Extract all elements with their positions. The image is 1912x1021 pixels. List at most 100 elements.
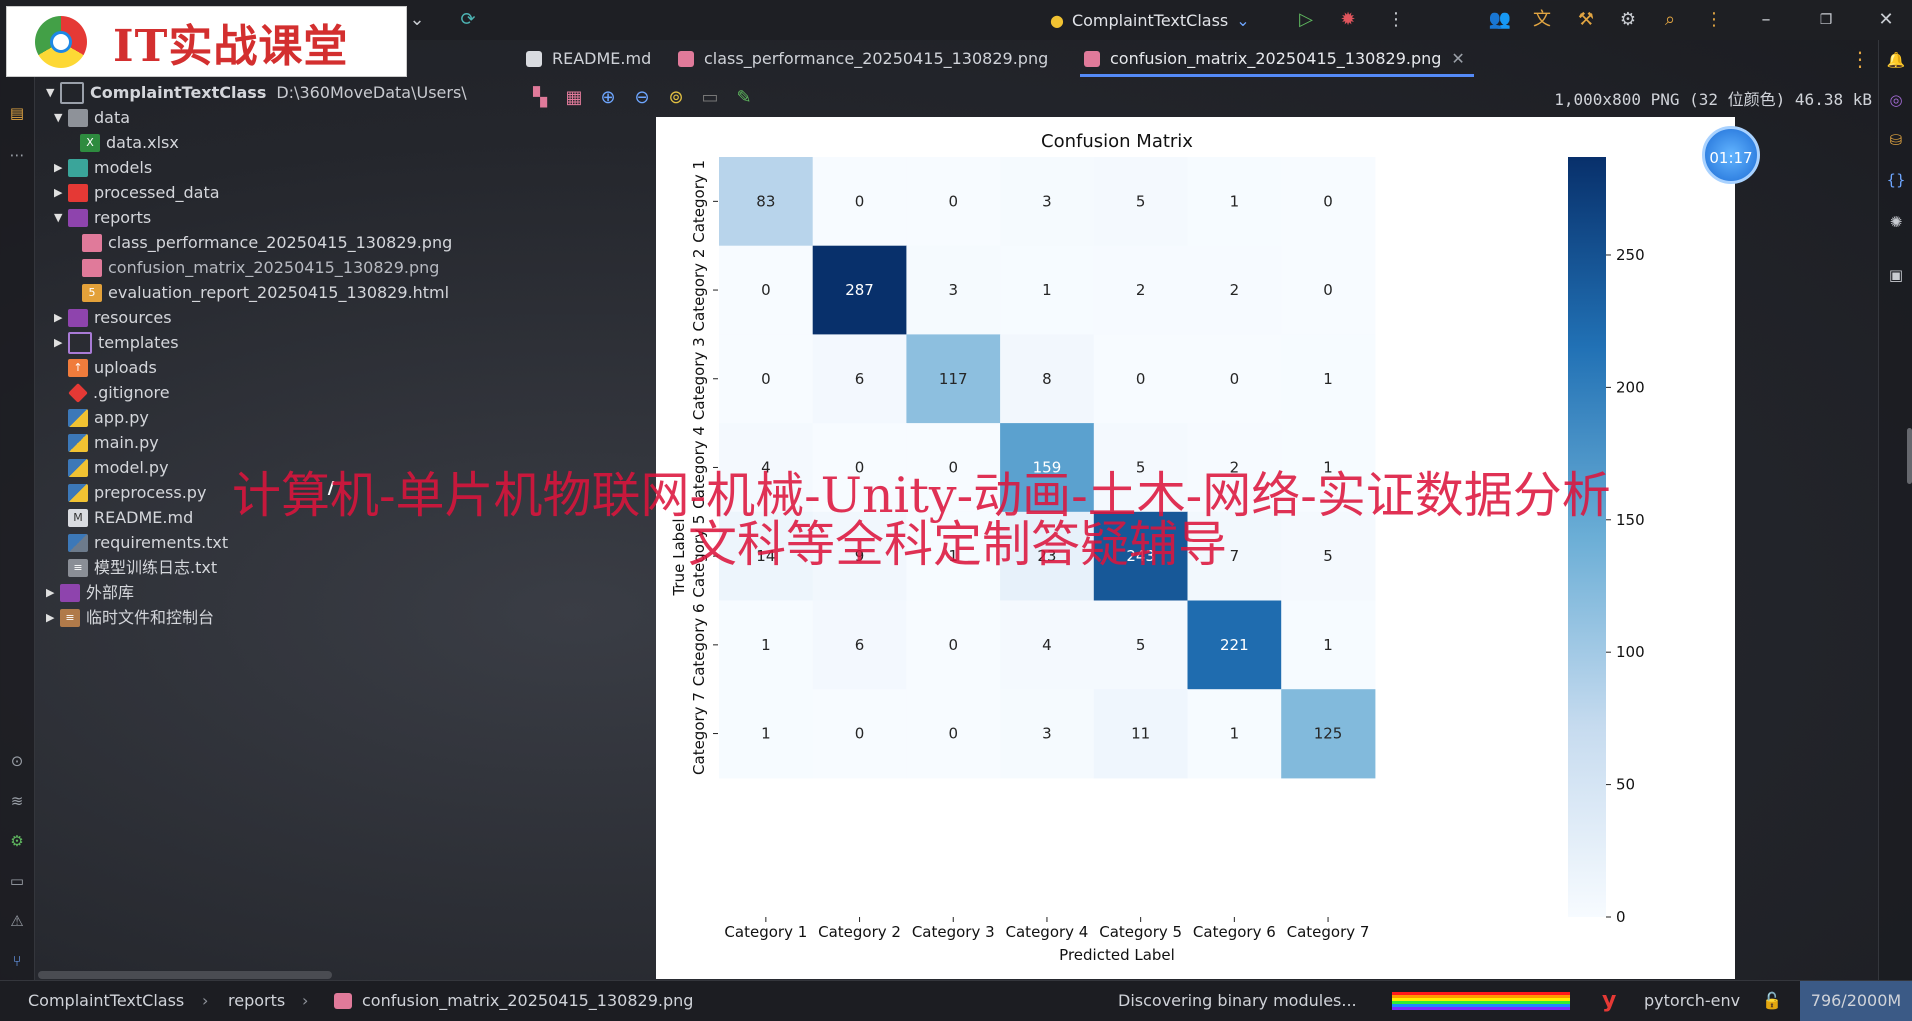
- python-console-icon[interactable]: ⊙: [6, 750, 28, 772]
- tree-item-readme[interactable]: M README.md: [68, 505, 193, 530]
- terminal-icon[interactable]: ▭: [6, 870, 28, 892]
- x-tick-label: Category 4: [1006, 923, 1089, 941]
- folder-icon: [68, 331, 92, 354]
- close-icon[interactable]: ✕: [1874, 8, 1898, 32]
- tree-item-reports[interactable]: ▼ reports: [54, 205, 151, 230]
- tree-item-gitignore[interactable]: .gitignore: [68, 380, 170, 405]
- interpreter-env[interactable]: pytorch-env: [1644, 981, 1740, 1021]
- ai-icon[interactable]: ⚙: [1616, 8, 1640, 32]
- tree-item-training-log[interactable]: ≡ 模型训练日志.txt: [68, 555, 217, 580]
- tree-item-model-py[interactable]: model.py: [68, 455, 169, 480]
- vertical-scrollbar[interactable]: [1907, 428, 1912, 484]
- tree-item-uploads[interactable]: ↑ uploads: [68, 355, 157, 380]
- folder-icon: [68, 308, 88, 327]
- upload-folder-icon: ↑: [68, 358, 88, 377]
- cell-value-label: 125: [1314, 725, 1343, 743]
- image-file-icon: [678, 51, 694, 67]
- tree-item-class-performance[interactable]: class_performance_20250415_130829.png: [82, 230, 452, 255]
- tab-confusion-matrix[interactable]: confusion_matrix_20250415_130829.png ✕: [1084, 40, 1465, 78]
- breadcrumb-separator-icon: ›: [302, 991, 309, 1010]
- tree-item-label: evaluation_report_20250415_130829.html: [108, 283, 450, 302]
- tree-item-data-xlsx[interactable]: Xdata.xlsx: [80, 130, 179, 155]
- active-tab-indicator: [1080, 74, 1474, 77]
- cell-value-label: 117: [939, 370, 968, 388]
- python-icon: ●: [1050, 10, 1064, 30]
- project-view-icon[interactable]: ▤: [6, 102, 28, 124]
- cell-value-label: 2: [1136, 281, 1146, 299]
- project-selector[interactable]: ● ComplaintTextClass ⌄: [1050, 8, 1250, 32]
- cell-value-label: 3: [1042, 725, 1052, 743]
- tree-root[interactable]: ▼ ComplaintTextClass D:\360MoveData\User…: [46, 80, 467, 105]
- project-name: ComplaintTextClass: [1071, 10, 1229, 30]
- chevron-down-icon[interactable]: ⌄: [405, 8, 429, 32]
- toggle-background-icon[interactable]: ▚: [528, 86, 552, 110]
- tree-item-models[interactable]: ▶ models: [54, 155, 152, 180]
- debug-icon[interactable]: ✹: [1336, 8, 1360, 32]
- actual-size-icon[interactable]: ⊚: [664, 86, 688, 110]
- zoom-out-icon[interactable]: ⊖: [630, 86, 654, 110]
- plugin-icon[interactable]: ✺: [1886, 212, 1906, 232]
- tab-class-performance[interactable]: class_performance_20250415_130829.png: [678, 40, 1048, 78]
- cell-value-label: 287: [845, 281, 874, 299]
- tree-item-label: README.md: [94, 508, 194, 527]
- search-icon[interactable]: ⌕: [1658, 8, 1682, 32]
- cell-value-label: 0: [1136, 370, 1146, 388]
- more-vert-icon[interactable]: ⋮: [1384, 8, 1408, 32]
- breadcrumb-project[interactable]: ComplaintTextClass: [28, 981, 184, 1021]
- tree-item-label: data.xlsx: [106, 133, 179, 152]
- grid-icon[interactable]: ▦: [562, 86, 586, 110]
- close-tab-icon[interactable]: ✕: [1451, 40, 1464, 78]
- cell-value-label: 3: [948, 281, 958, 299]
- memory-indicator[interactable]: 796/2000M: [1800, 981, 1912, 1021]
- tree-item-processed-data[interactable]: ▶ processed_data: [54, 180, 220, 205]
- account-icon[interactable]: 👥: [1488, 8, 1512, 32]
- git-icon[interactable]: ⑂: [6, 950, 28, 972]
- timer-badge: 01:17: [1702, 126, 1760, 184]
- restore-icon[interactable]: ❐: [1814, 8, 1838, 32]
- more-icon[interactable]: ⋯: [6, 144, 28, 166]
- lock-icon[interactable]: 🔓: [1762, 981, 1782, 1021]
- colorbar-tick-label: 150: [1616, 511, 1645, 529]
- tree-item-external-libs[interactable]: ▶ 外部库: [46, 580, 134, 605]
- tree-item-main-py[interactable]: main.py: [68, 430, 159, 455]
- tree-item-evaluation-report[interactable]: 5 evaluation_report_20250415_130829.html: [82, 280, 449, 305]
- tree-item-scratches[interactable]: ▶ ≡ 临时文件和控制台: [46, 605, 214, 630]
- problems-icon[interactable]: ⚠: [6, 910, 28, 932]
- breadcrumb-folder[interactable]: reports: [228, 981, 285, 1021]
- tools-icon[interactable]: ⚒: [1574, 8, 1598, 32]
- more-vert-icon[interactable]: ⋮: [1850, 47, 1870, 71]
- notifications-icon[interactable]: 🔔: [1886, 50, 1906, 70]
- sync-icon[interactable]: ⟳: [456, 8, 480, 32]
- run-icon[interactable]: ▷: [1294, 8, 1318, 32]
- y-tick-label: Category 6: [690, 603, 708, 686]
- services-icon[interactable]: ⚙: [6, 830, 28, 852]
- color-picker-icon[interactable]: ✎: [732, 86, 756, 110]
- database-icon[interactable]: ⛁: [1886, 130, 1906, 150]
- tree-item-label: .gitignore: [93, 383, 170, 402]
- tree-item-requirements[interactable]: requirements.txt: [68, 530, 228, 555]
- yandex-icon[interactable]: y: [1602, 981, 1616, 1021]
- tree-item-templates[interactable]: ▶ templates: [54, 330, 179, 355]
- breadcrumb-file[interactable]: confusion_matrix_20250415_130829.png: [362, 981, 693, 1021]
- tree-item-confusion-matrix[interactable]: confusion_matrix_20250415_130829.png: [82, 255, 439, 280]
- tree-item-data[interactable]: ▼ data: [54, 105, 130, 130]
- x-tick-label: Category 7: [1287, 923, 1370, 941]
- translate-icon[interactable]: 文: [1530, 8, 1554, 32]
- json-icon[interactable]: {}: [1886, 170, 1906, 190]
- ai-assistant-icon[interactable]: ◎: [1886, 90, 1906, 110]
- horizontal-scrollbar[interactable]: [38, 971, 332, 979]
- tree-item-app-py[interactable]: app.py: [68, 405, 149, 430]
- tree-item-resources[interactable]: ▶ resources: [54, 305, 172, 330]
- more-icon[interactable]: ⋮: [1702, 8, 1726, 32]
- document-icon[interactable]: ▣: [1886, 265, 1906, 285]
- cell-value-label: 83: [756, 192, 775, 210]
- tree-item-preprocess-py[interactable]: preprocess.py: [68, 480, 206, 505]
- tab-readme[interactable]: README.md: [526, 40, 651, 78]
- left-tool-strip: ▤ ⋯ ⊙ ≋ ⚙ ▭ ⚠ ⑂: [0, 40, 35, 980]
- colorbar: [1568, 157, 1606, 917]
- minimize-icon[interactable]: –: [1754, 8, 1778, 32]
- zoom-in-icon[interactable]: ⊕: [596, 86, 620, 110]
- layers-icon[interactable]: ≋: [6, 790, 28, 812]
- fit-icon[interactable]: ▭: [698, 86, 722, 110]
- python-file-icon: [68, 433, 88, 452]
